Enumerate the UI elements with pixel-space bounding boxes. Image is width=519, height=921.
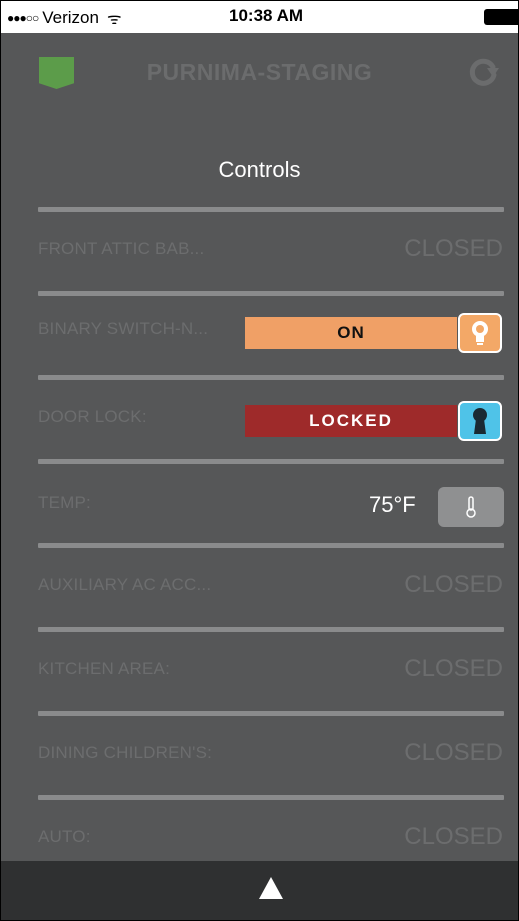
carrier-label: Verizon: [42, 8, 99, 27]
wifi-icon: ᯤ: [106, 11, 122, 28]
row-binary-switch: BINARY SWITCH-N... ON: [38, 301, 504, 361]
signal-icon: ●●●○○: [7, 11, 39, 25]
status-value: CLOSED: [404, 235, 503, 262]
divider: [38, 459, 504, 464]
bottom-bar: [1, 861, 518, 920]
device-screen: ●●●○○ Verizon ᯤ 10:38 AM PURNIMA-STAGING…: [0, 0, 519, 921]
status-bar: ●●●○○ Verizon ᯤ 10:38 AM: [1, 1, 518, 33]
divider: [38, 543, 504, 548]
battery-icon: [484, 9, 518, 25]
divider: [38, 627, 504, 632]
row-label: AUTO:: [38, 827, 91, 846]
row-front-attic[interactable]: FRONT ATTIC BAB... CLOSED: [38, 221, 504, 281]
row-label: DINING CHILDREN'S:: [38, 743, 213, 762]
row-kitchen-area[interactable]: KITCHEN AREA: CLOSED: [38, 641, 504, 701]
divider: [38, 795, 504, 800]
row-label: TEMP:: [38, 493, 91, 512]
divider: [38, 207, 504, 212]
row-label: AUXILIARY AC ACC...: [38, 575, 212, 594]
status-value: CLOSED: [404, 823, 503, 850]
lock-toggle-button[interactable]: LOCKED: [245, 405, 457, 437]
section-title: Controls: [218, 157, 301, 182]
refresh-icon[interactable]: [465, 53, 501, 89]
row-auxiliary-ac[interactable]: AUXILIARY AC ACC... CLOSED: [38, 557, 504, 617]
keyhole-icon[interactable]: [458, 401, 502, 441]
bulb-icon[interactable]: [458, 313, 502, 353]
status-value: CLOSED: [404, 571, 503, 598]
row-label: FRONT ATTIC BAB...: [38, 239, 205, 258]
status-value: CLOSED: [404, 739, 503, 766]
divider: [38, 375, 504, 380]
status-time: 10:38 AM: [229, 6, 304, 25]
row-auto[interactable]: AUTO: CLOSED: [38, 809, 504, 869]
row-label: KITCHEN AREA:: [38, 659, 171, 678]
switch-toggle-button[interactable]: ON: [245, 317, 457, 349]
up-arrow-icon[interactable]: [259, 877, 283, 899]
row-label: BINARY SWITCH-N...: [38, 319, 209, 338]
row-temp: TEMP: 75°F: [38, 475, 504, 535]
temperature-value: 75°F: [369, 492, 416, 517]
divider: [38, 291, 504, 296]
nav-bar: PURNIMA-STAGING: [1, 33, 518, 111]
divider: [38, 711, 504, 716]
status-left: ●●●○○ Verizon ᯤ: [7, 7, 122, 29]
page-title: PURNIMA-STAGING: [146, 59, 373, 85]
thermometer-icon[interactable]: [438, 487, 504, 527]
row-dining-childrens[interactable]: DINING CHILDREN'S: CLOSED: [38, 725, 504, 785]
row-label: DOOR LOCK:: [38, 407, 147, 426]
status-value: CLOSED: [404, 655, 503, 682]
row-door-lock: DOOR LOCK: LOCKED: [38, 389, 504, 449]
